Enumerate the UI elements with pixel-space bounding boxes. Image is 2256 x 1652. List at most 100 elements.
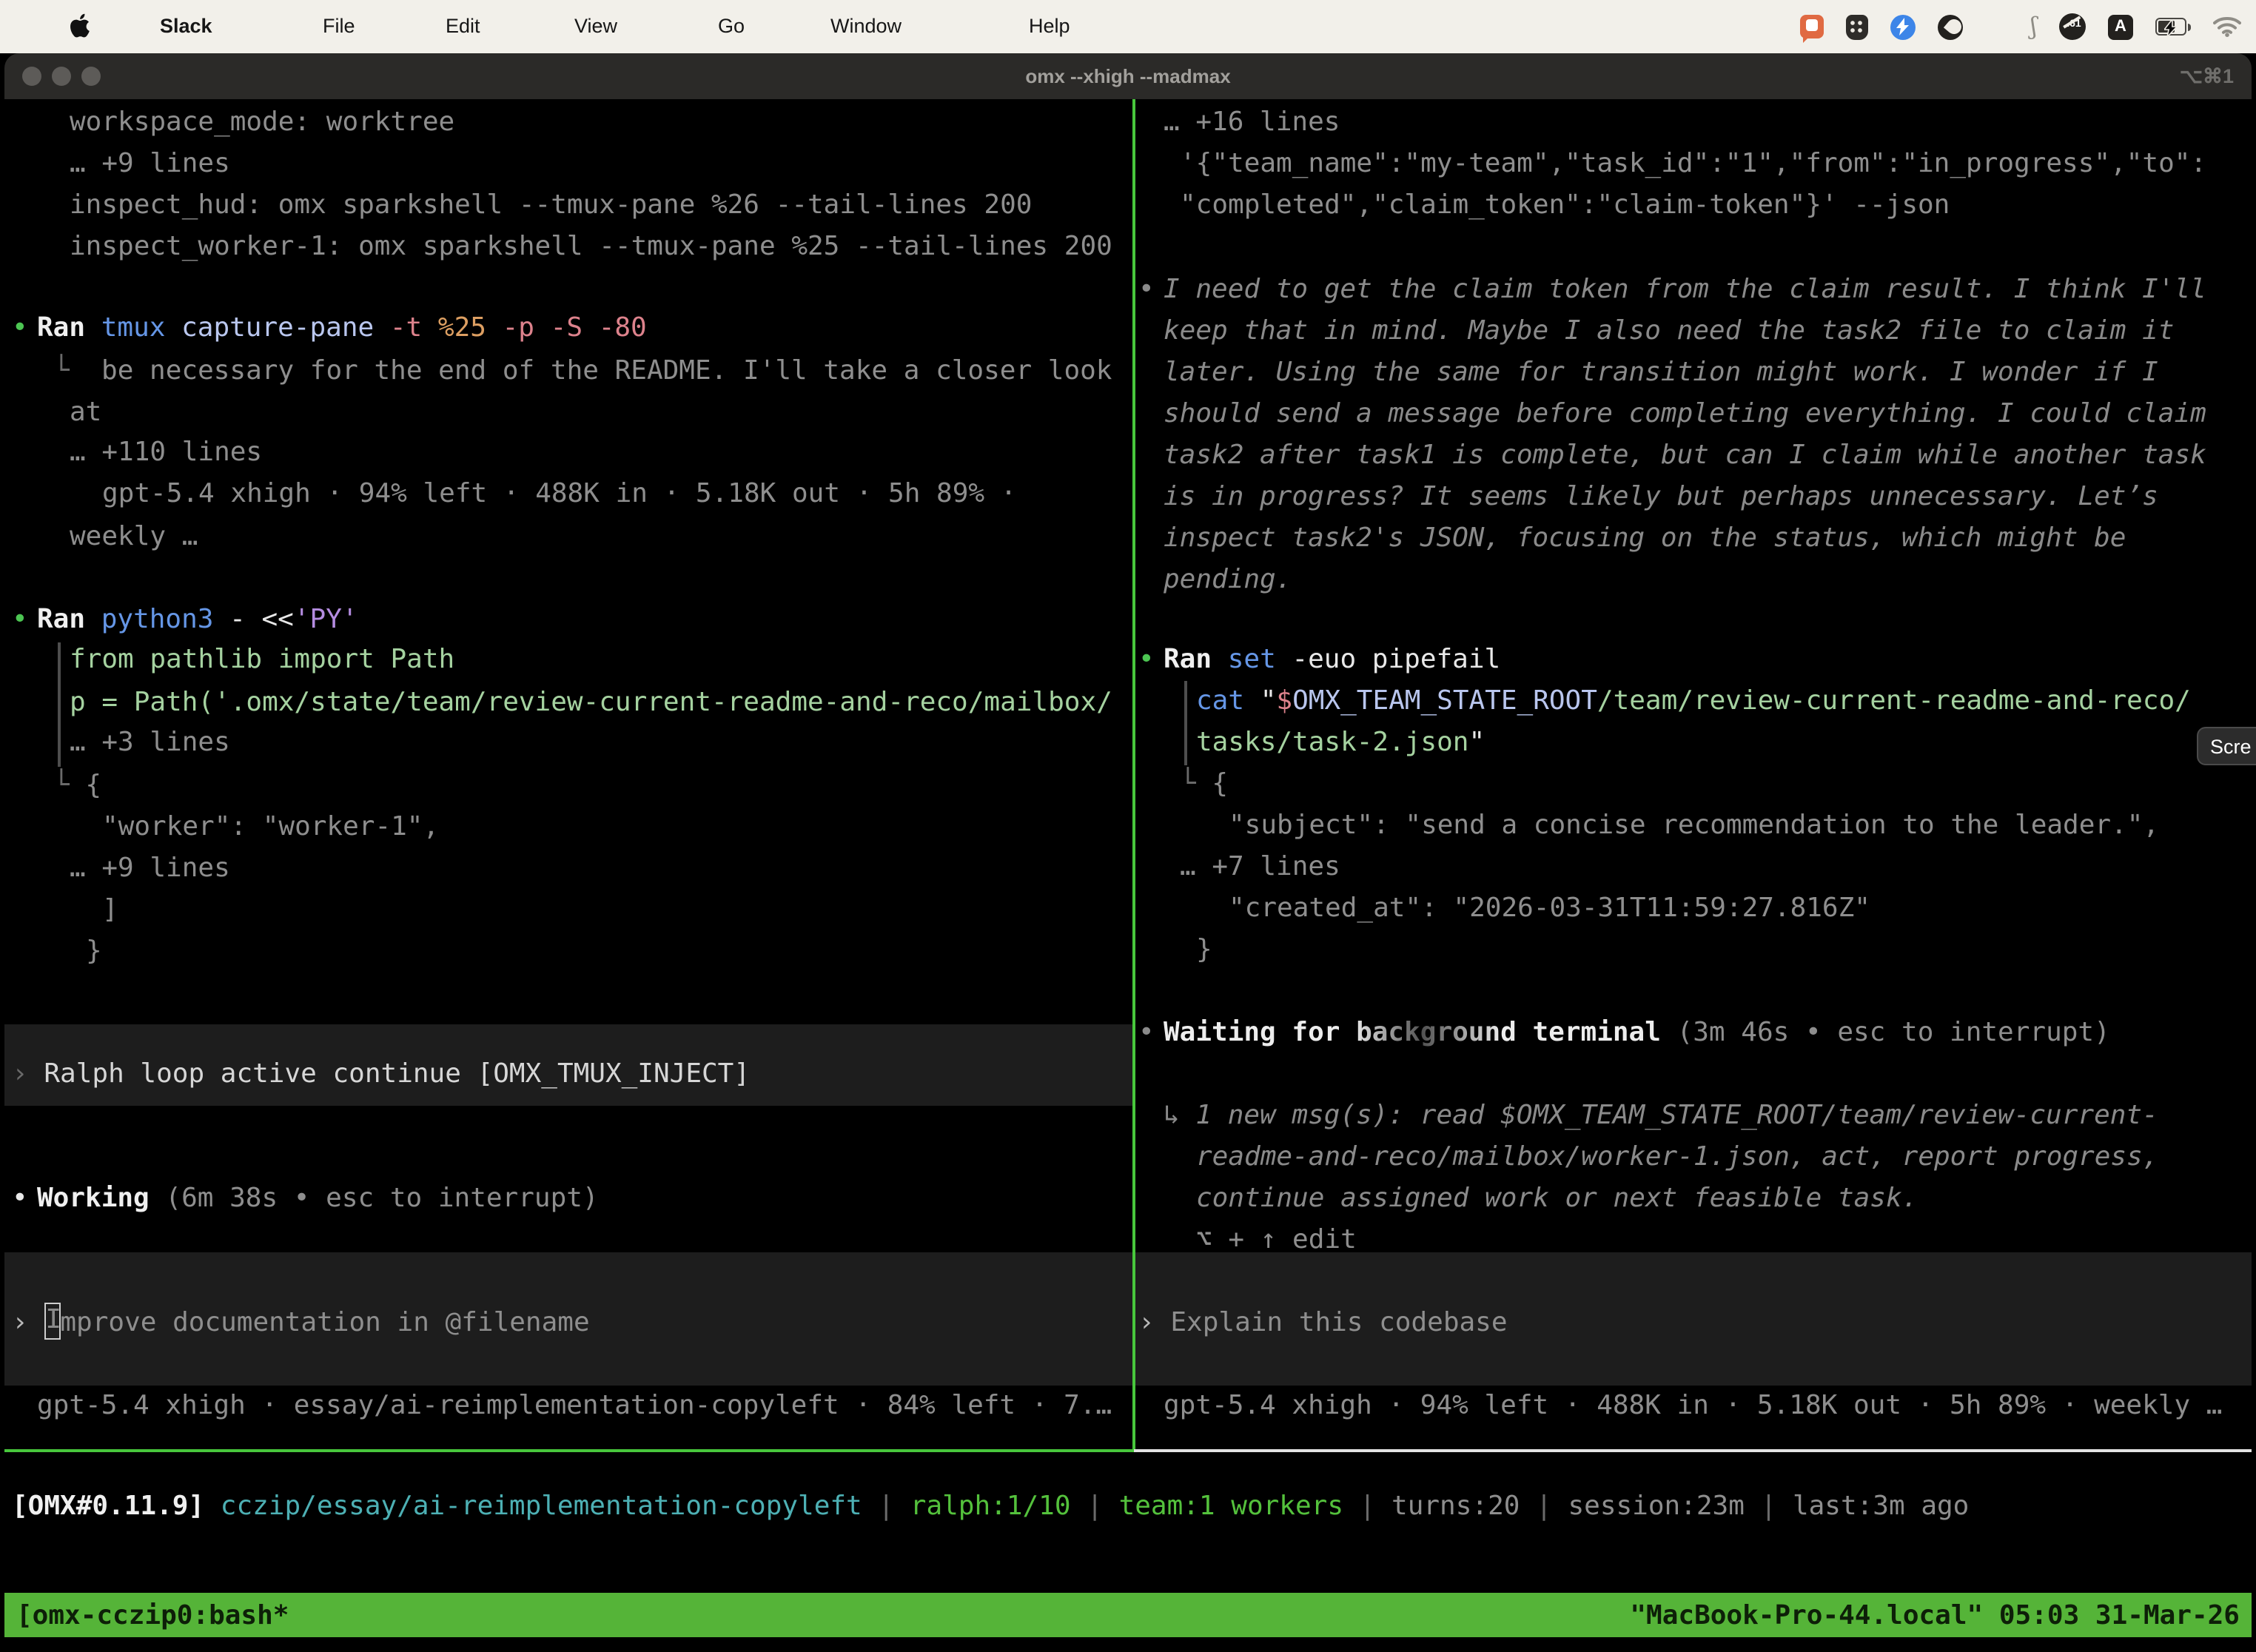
- terminal-line: └ be necessary for the end of the README…: [53, 351, 1112, 392]
- text-segment: (6m 38s • esc to interrupt): [165, 1183, 598, 1214]
- menu-status-icons: ʃ ..61 A: [1799, 0, 2241, 53]
- text-segment: "subject": "send a concise recommendatio…: [1229, 810, 2159, 841]
- terminal-line: … +9 lines: [70, 848, 230, 890]
- text-segment: |: [862, 1491, 910, 1522]
- text-segment: -S: [551, 312, 599, 343]
- text-segment: }: [1196, 934, 1212, 965]
- text-segment: task2 after task1 is complete, but can I…: [1164, 440, 2206, 471]
- terminal-line: › Improve documentation in @filename: [12, 1303, 590, 1344]
- text-segment: be necessary for the end of the README. …: [101, 355, 1112, 386]
- terminal-line: ⌥ + ↑ edit: [1196, 1220, 1357, 1261]
- text-segment: … +3 lines: [70, 727, 230, 758]
- terminal-line: "created_at": "2026-03-31T11:59:27.816Z": [1229, 888, 1870, 930]
- window-titlebar[interactable]: omx --xhigh --madmax ⌥⌘1: [4, 53, 2252, 99]
- terminal-line: Working (6m 38s • esc to interrupt): [37, 1178, 599, 1220]
- terminal-line: weekly …: [70, 517, 198, 558]
- terminal-line: gpt-5.4 xhigh · 94% left · 488K in · 5.1…: [102, 474, 1016, 515]
- text-segment: '{"team_name":"my-team","task_id":"1","f…: [1180, 148, 2206, 179]
- terminal-line: pending.: [1164, 560, 1292, 601]
- crescent-icon[interactable]: [1937, 14, 1962, 39]
- menu-app-name[interactable]: Slack: [160, 0, 212, 53]
- text-segment: p = Path('.omx/state/team/review-current…: [70, 687, 1112, 718]
- text-segment: |: [1745, 1491, 1793, 1522]
- text-cursor: I: [44, 1303, 60, 1340]
- bullet-icon: •: [12, 1178, 28, 1220]
- menu-item-go[interactable]: Go: [718, 0, 745, 53]
- text-segment: -p: [503, 312, 551, 343]
- terminal-line: continue assigned work or next feasible …: [1196, 1178, 1918, 1220]
- terminal-line: '{"team_name":"my-team","task_id":"1","f…: [1180, 144, 2206, 185]
- text-segment: ": [1468, 727, 1485, 758]
- text-segment: "created_at": "2026-03-31T11:59:27.816Z": [1229, 893, 1870, 924]
- code-block-rule: [58, 642, 61, 767]
- text-segment: mprove documentation in @filename: [60, 1307, 589, 1338]
- terminal-line: inspect_hud: omx sparkshell --tmux-pane …: [70, 185, 1032, 226]
- terminal-line: workspace_mode: worktree: [70, 102, 454, 144]
- text-segment: readme-and-reco/mailbox/worker-1.json, a…: [1196, 1141, 2158, 1172]
- text-segment: -: [229, 604, 261, 635]
- text-segment: OMX_TEAM_STATE_ROOT: [1292, 685, 1597, 716]
- dots-grid-icon[interactable]: [1984, 15, 2008, 38]
- text-segment: gpt-5.4 xhigh · essay/ai-reimplementatio…: [37, 1390, 1112, 1421]
- text-segment: should send a message before completing …: [1164, 398, 2206, 429]
- wifi-icon[interactable]: [2213, 16, 2241, 37]
- terminal-line: └ {: [53, 765, 101, 807]
- menu-bar: Slack File Edit View Go Window Help ʃ ..61 A: [0, 0, 2256, 53]
- bullet-icon: •: [12, 600, 28, 641]
- terminal-line: inspect_worker-1: omx sparkshell --tmux-…: [70, 226, 1112, 268]
- shield-icon[interactable]: [1845, 14, 1867, 39]
- text-segment: └: [53, 355, 101, 386]
- terminal-window[interactable]: omx --xhigh --madmax ⌥⌘1 workspace_mode:…: [4, 53, 2252, 1652]
- bullet-icon: •: [1138, 639, 1155, 681]
- terminal-line: › Ralph loop active continue [OMX_TMUX_I…: [12, 1054, 750, 1095]
- text-segment: inspect_worker-1: omx sparkshell --tmux-…: [70, 231, 1112, 262]
- text-segment: ›: [12, 1307, 44, 1338]
- terminal-line: … +7 lines: [1180, 847, 1340, 888]
- text-segment: continue assigned work or next feasible …: [1196, 1183, 1918, 1214]
- terminal-line: }: [86, 931, 102, 973]
- terminal-line: └ {: [1180, 764, 1228, 805]
- text-segment: -80: [599, 312, 647, 343]
- terminal-line: keep that in mind. Maybe I also need the…: [1164, 311, 2174, 352]
- text-segment: ⌥ + ↑ edit: [1196, 1224, 1357, 1255]
- battery-icon[interactable]: [2155, 18, 2191, 36]
- text-segment: keep that in mind. Maybe I also need the…: [1164, 315, 2174, 346]
- text-segment: ": [1260, 685, 1277, 716]
- text-segment: … +16 lines: [1164, 107, 1340, 138]
- figure-icon[interactable]: ʃ: [2030, 15, 2037, 38]
- bolt-badge-icon[interactable]: [1890, 14, 1915, 39]
- apple-icon[interactable]: [70, 13, 90, 46]
- left-terminal-pane[interactable]: workspace_mode: worktree … +9 lines inspec…: [4, 99, 1132, 1449]
- text-segment: turns:20: [1391, 1491, 1520, 1522]
- text-segment: tmux: [101, 312, 181, 343]
- menu-item-file[interactable]: File: [323, 0, 355, 53]
- bullet-icon: •: [1138, 269, 1155, 311]
- count-badge-icon[interactable]: ..61: [2059, 13, 2086, 40]
- text-segment: team:1 workers: [1119, 1491, 1343, 1522]
- menu-item-help[interactable]: Help: [1029, 0, 1070, 53]
- text-segment: |: [1343, 1491, 1391, 1522]
- code-block-rule: [1184, 681, 1187, 765]
- right-terminal-pane[interactable]: … +16 lines '{"team_name":"my-team","task…: [1135, 99, 2252, 1449]
- text-segment: └: [1180, 768, 1212, 799]
- text-segment: workspace_mode: worktree: [70, 107, 454, 138]
- terminal-line: readme-and-reco/mailbox/worker-1.json, a…: [1196, 1137, 2158, 1178]
- chat-icon[interactable]: [1799, 15, 1823, 38]
- text-segment: session:23m: [1568, 1491, 1744, 1522]
- screen-share-chip-label: Scre: [2210, 735, 2252, 757]
- menu-item-window[interactable]: Window: [830, 0, 902, 53]
- menu-item-view[interactable]: View: [574, 0, 617, 53]
- terminal-line: is in progress? It seems likely but perh…: [1164, 477, 2158, 518]
- menu-item-edit[interactable]: Edit: [446, 0, 480, 53]
- text-segment: -euo pipefail: [1292, 644, 1500, 675]
- terminal-line: "worker": "worker-1",: [102, 807, 439, 848]
- terminal-line: › Explain this codebase: [1138, 1303, 1508, 1344]
- terminal-line: p = Path('.omx/state/team/review-current…: [70, 682, 1112, 724]
- screen-share-chip[interactable]: Scre: [2197, 727, 2256, 765]
- text-segment: gpt-5.4 xhigh · 94% left · 488K in · 5.1…: [102, 478, 1016, 509]
- terminal-line: should send a message before completing …: [1164, 394, 2206, 435]
- text-segment: ralph:1/10: [910, 1491, 1071, 1522]
- letter-a-icon[interactable]: A: [2108, 14, 2133, 39]
- window-shortcut-badge: ⌥⌘1: [2180, 53, 2234, 99]
- text-segment: %25: [438, 312, 503, 343]
